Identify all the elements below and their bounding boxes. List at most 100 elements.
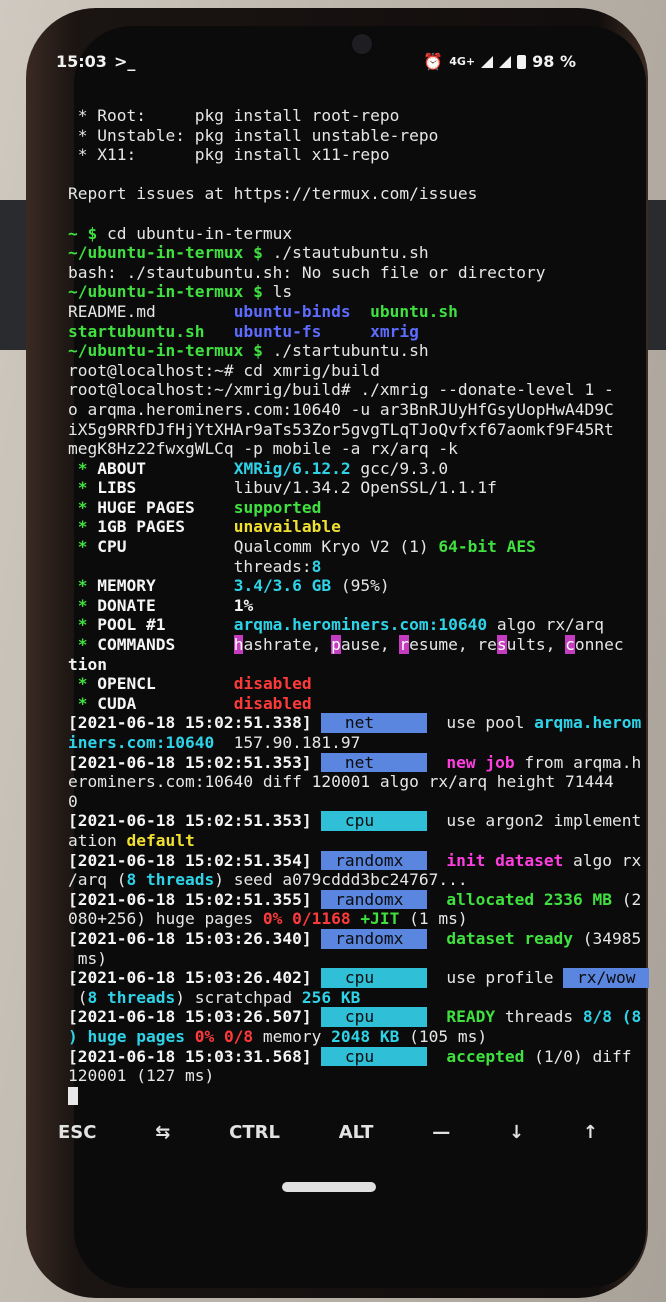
status-bar: 15:03 >_ ⏰ 4G+ 98 % — [56, 52, 576, 78]
terminal-text: 8 threads — [87, 987, 176, 1007]
terminal-line: ~/ubuntu-in-termux $ ./startubuntu.sh — [68, 341, 624, 361]
terminal-line: /arq (8 threads) seed a079cddd3bc24767..… — [68, 870, 624, 890]
terminal-output[interactable]: * Root: pkg install root-repo * Unstable… — [68, 106, 650, 1106]
terminal-text: ( — [68, 987, 88, 1007]
terminal-text: iX5g9RRfDJfHjYtXHAr9aTs53Zor5gvgTLqTJoQv… — [68, 419, 614, 439]
signal-icon — [499, 55, 512, 68]
front-camera-icon — [352, 34, 372, 54]
terminal-text: ./startubuntu.sh — [272, 341, 429, 361]
terminal-text: [2021-06-18 15:02:51.338] — [68, 713, 322, 733]
terminal-text: [2021-06-18 15:02:51.353] — [68, 811, 322, 831]
terminal-text: * Unstable: pkg install unstable-repo — [68, 125, 439, 145]
terminal-text: use profile — [426, 968, 564, 988]
terminal-text: * — [68, 693, 98, 713]
terminal-text: 0% 0/1168 — [262, 909, 351, 929]
terminal-text: accepted — [446, 1046, 525, 1066]
terminal-text: (2 — [612, 889, 642, 909]
terminal-text: ashrate, — [243, 635, 332, 655]
terminal-text: LIBS — [97, 478, 234, 498]
terminal-text: (34985 — [573, 928, 642, 948]
terminal-line: [2021-06-18 15:02:51.353] net new job fr… — [68, 752, 641, 773]
terminal-text: h — [233, 635, 244, 655]
terminal-text: (105 ms) — [399, 1026, 488, 1046]
terminal-line: * OPENCL disabled — [68, 674, 624, 694]
dash-key[interactable]: — — [432, 1122, 450, 1158]
terminal-text: randomx — [321, 928, 427, 949]
terminal-text: algo rx/arq — [487, 615, 605, 635]
terminal-text: README.md — [68, 301, 234, 321]
terminal-text: [2021-06-18 15:02:51.355] — [68, 889, 322, 909]
terminal-line: * Unstable: pkg install unstable-repo — [68, 126, 624, 146]
terminal-line: * Root: pkg install root-repo — [68, 106, 624, 126]
terminal-text: * — [68, 674, 98, 694]
terminal-text: POOL #1 — [97, 615, 234, 635]
down-arrow-key[interactable]: ↓ — [509, 1122, 524, 1158]
terminal-text: 64-bit AES — [438, 537, 536, 557]
terminal-line: [2021-06-18 15:02:51.355] randomx alloca… — [68, 889, 641, 910]
terminal-text: ubuntu.sh — [370, 301, 458, 321]
terminal-text: algo rx — [563, 850, 642, 870]
terminal-line: * DONATE 1% — [68, 596, 624, 616]
terminal-line: [2021-06-18 15:03:26.340] randomx datase… — [68, 928, 641, 949]
up-arrow-key[interactable]: ↑ — [583, 1122, 598, 1158]
terminal-line: * CPU Qualcomm Kryo V2 (1) 64-bit AES — [68, 537, 624, 557]
terminal-text: dataset ready — [446, 928, 574, 948]
terminal-text: CUDA — [97, 693, 234, 713]
terminal-text: 2048 KB — [331, 1026, 400, 1046]
terminal-text: ./stautubuntu.sh — [272, 243, 429, 263]
esc-key[interactable]: ESC — [58, 1122, 96, 1158]
text-cursor — [68, 1087, 78, 1106]
terminal-line: megK8Hz22fwxgWLCq -p mobile -a rx/arq -k — [68, 439, 624, 459]
terminal-text: * — [68, 458, 98, 478]
terminal-text: disabled — [233, 693, 312, 713]
terminal-text: esume, re — [409, 635, 497, 655]
terminal-text: ) scratchpad — [175, 987, 302, 1007]
battery-percent: 98 % — [532, 52, 576, 71]
terminal-text: ation — [68, 830, 127, 850]
terminal-text: READY — [446, 1007, 496, 1027]
terminal-text: * — [68, 635, 98, 655]
terminal-line: ation default — [68, 831, 624, 851]
status-indicators: ⏰ 4G+ 98 % — [423, 52, 576, 71]
terminal-text: cd ubuntu-in-termux — [106, 223, 293, 243]
terminal-text: cpu — [321, 1046, 427, 1067]
home-gesture-bar[interactable] — [282, 1182, 376, 1192]
terminal-text: DONATE — [97, 595, 234, 615]
terminal-line: * COMMANDS hashrate, pause, resume, resu… — [68, 635, 624, 655]
terminal-text: 8/8 (8 — [582, 1007, 642, 1027]
ctrl-key[interactable]: CTRL — [229, 1122, 280, 1158]
terminal-line: ) huge pages 0% 0/8 memory 2048 KB (105 … — [68, 1027, 624, 1047]
terminal-line: * LIBS libuv/1.34.2 OpenSSL/1.1.1f — [68, 478, 624, 498]
terminal-text: 120001 (127 ms) — [68, 1066, 215, 1086]
alt-key[interactable]: ALT — [339, 1122, 374, 1158]
terminal-text: ubuntu-binds — [233, 301, 351, 321]
terminal-text: megK8Hz22fwxgWLCq -p mobile -a rx/arq -k — [68, 439, 458, 459]
terminal-text: (1/0) diff — [524, 1046, 632, 1066]
terminal-text: [2021-06-18 15:02:51.354] — [68, 850, 322, 870]
terminal-text: * X11: pkg install x11-repo — [68, 145, 390, 165]
terminal-line: [2021-06-18 15:03:26.402] cpu use profil… — [68, 968, 650, 988]
terminal-text: * Root: pkg install root-repo — [68, 106, 400, 125]
terminal-text: HUGE PAGES — [97, 497, 234, 517]
terminal-text: +JIT — [360, 909, 400, 929]
terminal-text: 3.4/3.6 GB — [233, 576, 332, 596]
terminal-text: root@localhost:~# cd xmrig/build — [68, 360, 380, 380]
terminal-text: o arqma.herominers.com:10640 -u ar3BnRJU… — [68, 399, 614, 419]
terminal-line: README.md ubuntu-binds ubuntu.sh — [68, 302, 624, 322]
terminal-input-line[interactable] — [68, 1086, 624, 1106]
terminal-line: * POOL #1 arqma.herominers.com:10640 alg… — [68, 615, 624, 635]
terminal-text: new job — [446, 752, 515, 772]
terminal-text: [2021-06-18 15:03:26.402] — [68, 968, 322, 988]
tab-key[interactable]: ⇆ — [155, 1122, 170, 1158]
terminal-prompt-icon: >_ — [114, 52, 136, 71]
terminal-text: 256 KB — [301, 987, 361, 1007]
terminal-line: erominers.com:10640 diff 120001 algo rx/… — [68, 772, 624, 792]
terminal-text: bash: ./stautubuntu.sh: No such file or … — [68, 262, 546, 282]
